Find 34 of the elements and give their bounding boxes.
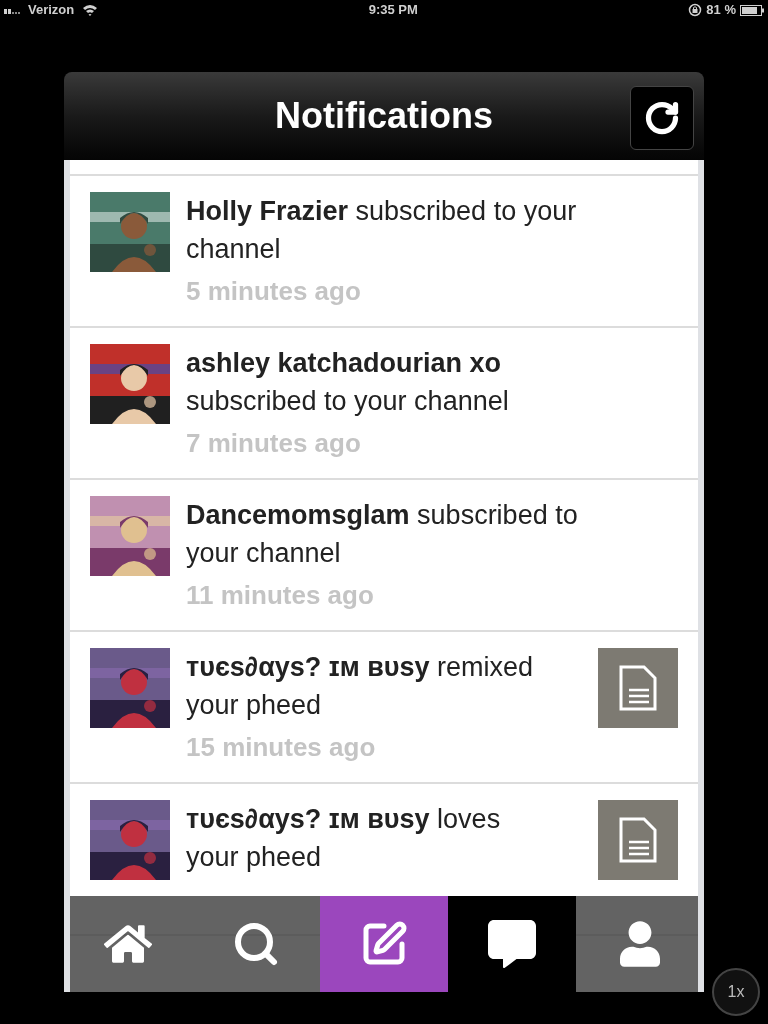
notification-row[interactable]: Holly Frazier subscribed to your channel 5 minutes ago xyxy=(70,176,698,328)
notification-row[interactable]: ashley katchadourian xo subscribed to your channel 7 minutes ago xyxy=(70,328,698,480)
notification-text: ᴛᴜєѕ∂αуѕ? ɪᴍ ʙᴜѕу loves your pheed xyxy=(186,803,502,874)
search-icon xyxy=(232,920,280,968)
notification-row[interactable]: ᴛᴜєѕ∂αуѕ? ɪᴍ ʙᴜѕу remixed your pheed 15 minutes ago xyxy=(70,632,698,784)
tab-bar-item[interactable] xyxy=(576,896,698,992)
document-thumbnail[interactable] xyxy=(598,648,678,728)
notification-time: 5 minutes ago xyxy=(186,275,362,308)
notification-time: 11 minutes ago xyxy=(186,579,375,612)
wifi-icon xyxy=(82,4,99,16)
rotation-lock-icon xyxy=(688,3,703,17)
zoom-button[interactable]: 1x xyxy=(712,968,760,1016)
battery-icon xyxy=(740,4,764,16)
notification-text: ᴛᴜєѕ∂αуѕ? ɪᴍ ʙᴜѕу remixed your pheed xyxy=(186,651,535,722)
refresh-button[interactable] xyxy=(630,86,694,150)
notification-text: ashley katchadourian xo subscribed to your channel xyxy=(186,347,510,418)
carrier-name: Verizon xyxy=(28,1,75,20)
document-thumbnail[interactable] xyxy=(598,800,678,880)
notification-row[interactable]: Dancemomsglam subscribed to your channel 11 minutes ago xyxy=(70,480,698,632)
notification-time: 15 minutes ago xyxy=(186,731,377,764)
notification-time: 7 minutes ago xyxy=(186,427,362,460)
tab-bar-item[interactable] xyxy=(192,896,320,992)
user-icon xyxy=(620,920,660,968)
notification-text: Holly Frazier subscribed to your channel xyxy=(186,195,578,266)
refresh-icon xyxy=(644,100,680,136)
document-icon xyxy=(618,816,658,864)
page-title: Notifications xyxy=(275,94,493,138)
battery-percentage: 81 % xyxy=(706,1,736,20)
clock-time: 9:35 PM xyxy=(368,1,418,20)
message-icon xyxy=(488,920,536,968)
tab-bar-item[interactable] xyxy=(448,896,576,992)
tab-bar-item[interactable] xyxy=(70,896,192,992)
document-icon xyxy=(618,664,658,712)
notification-text: Dancemomsglam subscribed to your channel xyxy=(186,499,579,570)
